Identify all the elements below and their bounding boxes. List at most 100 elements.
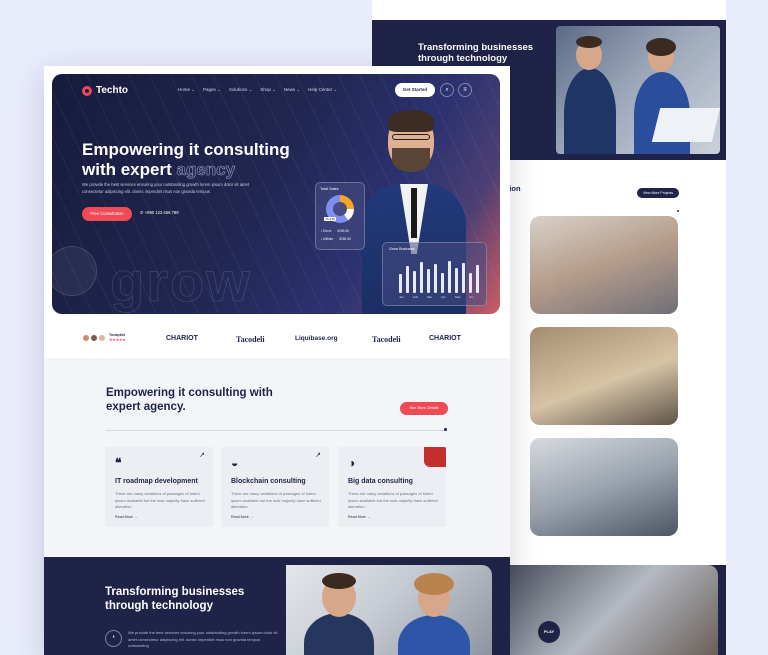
person-hair: [646, 38, 676, 56]
total-sales-title: Total Sales: [320, 187, 339, 191]
card-corner-accent: [424, 447, 446, 467]
trustpilot-rating: Trustpilot ★★★★★: [82, 333, 126, 342]
data-icon: ◑: [348, 456, 356, 470]
play-button[interactable]: PLAY: [538, 621, 560, 643]
service-card-it-roadmap[interactable]: ❝ ↗ IT roadmap development There are man…: [105, 447, 213, 527]
month-label: May: [455, 295, 461, 299]
see-more-details-button[interactable]: See More Details: [400, 402, 448, 415]
growth-bar: [455, 267, 458, 293]
person-hair: [576, 36, 602, 48]
section-divider: [106, 430, 446, 431]
avatar: [90, 333, 98, 342]
brand-logo-chariot: CHARIOT: [429, 335, 461, 342]
front-page-preview: grow Techto Home ⌄ Pages ⌄ Solutions ⌄ S…: [44, 66, 510, 655]
growth-bar: [399, 274, 402, 293]
phone-number: +990 123 456 789: [144, 210, 179, 215]
arrow-up-right-icon[interactable]: ↗: [199, 451, 205, 459]
service-card-big-data[interactable]: ◑ Big data consulting There are many var…: [338, 447, 446, 527]
avatar: [98, 333, 106, 342]
hero-description: We provide the best services ensuring yo…: [82, 182, 250, 194]
sales-legend-row: • Affiliate $285.56: [321, 237, 351, 241]
blockchain-icon: ◒: [231, 456, 239, 470]
brand-logo-liquibase: Liquibase.org: [295, 335, 338, 342]
person-hair: [322, 573, 356, 589]
nav-item-solutions[interactable]: Solutions ⌄: [229, 87, 253, 93]
man-tie: [411, 188, 417, 238]
project-photo-2[interactable]: [530, 327, 678, 425]
service-card-description: There are many variations of passages of…: [115, 491, 205, 509]
read-more-link[interactable]: Read More →: [231, 515, 253, 519]
legend-value: $285.56: [339, 237, 351, 241]
get-started-button[interactable]: Get Started: [395, 83, 435, 97]
star-rating-icon: ★★★★★: [109, 337, 126, 342]
person-hair: [414, 573, 454, 595]
service-card-description: There are many variations of passages of…: [231, 491, 321, 509]
month-label: Apr: [441, 295, 446, 299]
legend-value: $285.56: [337, 229, 349, 233]
hero-title-line2: with expert: [82, 160, 172, 179]
quote-icon: ❛: [105, 630, 122, 647]
nav-item-pages[interactable]: Pages ⌄: [203, 87, 221, 93]
nav-item-news[interactable]: News ⌄: [284, 87, 300, 93]
project-photo-1[interactable]: [530, 216, 678, 314]
legend-label: • Direct: [321, 229, 332, 233]
free-consultation-button[interactable]: Free Consultation: [82, 207, 132, 221]
person-figure: [398, 615, 470, 655]
transform-description: We provide the best services ensuring yo…: [128, 630, 278, 648]
logo-text: Techto: [96, 85, 129, 96]
transform-section: Transforming businesses through technolo…: [44, 557, 510, 655]
growth-bar: [413, 270, 416, 293]
business-team-photo: [286, 565, 492, 655]
growth-bar: [434, 264, 437, 293]
service-card-title: Blockchain consulting: [231, 478, 306, 485]
logo-icon: [82, 85, 92, 96]
total-sales-card: Total Sales 25,448 • Direct $285.56 • Af…: [315, 182, 365, 250]
man-hair: [388, 110, 434, 132]
menu-icon[interactable]: ≡: [458, 83, 472, 97]
brand-logo-tacodeli: Tacodeli: [372, 335, 401, 344]
service-card-title: IT roadmap development: [115, 478, 198, 485]
growth-bar: [441, 272, 444, 293]
grow-business-title: Grow Business: [389, 247, 415, 251]
nav-item-shop[interactable]: Shop ⌄: [260, 87, 276, 93]
sales-badge: 25,448: [324, 217, 337, 221]
growth-bar: [462, 263, 465, 293]
person-figure: [304, 613, 374, 655]
month-label: Jun: [469, 295, 474, 299]
search-icon[interactable]: ⌕: [440, 83, 454, 97]
view-projects-button[interactable]: View More Projects: [637, 188, 679, 198]
office-team-photo: [556, 26, 720, 154]
laptop-screen: [651, 108, 720, 142]
read-more-link[interactable]: Read More →: [348, 515, 370, 519]
nav-item-help-center[interactable]: Help Center ⌄: [308, 87, 337, 93]
growth-bar: [427, 269, 430, 293]
avatar: [82, 333, 90, 342]
back-divider-dot: [677, 210, 679, 212]
phone-contact[interactable]: ✆ +990 123 456 789: [140, 210, 179, 215]
services-title: Empowering it consulting with expert age…: [106, 387, 273, 413]
brand-logos-strip: Trustpilot ★★★★★ CHARIOT Tacodeli Liquib…: [44, 322, 510, 358]
quote-icon: ❝: [115, 456, 122, 470]
hero-title: Empowering it consulting with expert age…: [82, 140, 312, 180]
service-card-blockchain[interactable]: ◒ ↗ Blockchain consulting There are many…: [221, 447, 329, 527]
back-video-section: PLAY: [510, 565, 726, 655]
arrow-up-right-icon[interactable]: ↗: [315, 451, 321, 459]
site-logo[interactable]: Techto: [82, 85, 128, 96]
service-card-title: Big data consulting: [348, 478, 413, 485]
project-photo-3[interactable]: [530, 438, 678, 536]
grow-business-card: Grow Business Jan Feb Mar Apr May Jun: [382, 242, 487, 306]
read-more-link[interactable]: Read More →: [115, 515, 137, 519]
video-thumbnail: [510, 565, 718, 655]
growth-bar: [476, 265, 479, 293]
growth-bar: [469, 272, 472, 293]
back-hero-title: Transforming businesses through technolo…: [418, 42, 534, 64]
hero-title-accent: agency: [176, 160, 236, 180]
brand-logo-tacodeli: Tacodeli: [236, 335, 265, 344]
growth-bar: [406, 265, 409, 293]
month-label: Feb: [413, 295, 419, 299]
nav-item-home[interactable]: Home ⌄: [178, 87, 195, 93]
man-glasses: [392, 134, 430, 140]
month-label: Jan: [399, 295, 404, 299]
hero-watermark: grow: [110, 250, 252, 314]
brand-logo-chariot: CHARIOT: [166, 335, 198, 342]
